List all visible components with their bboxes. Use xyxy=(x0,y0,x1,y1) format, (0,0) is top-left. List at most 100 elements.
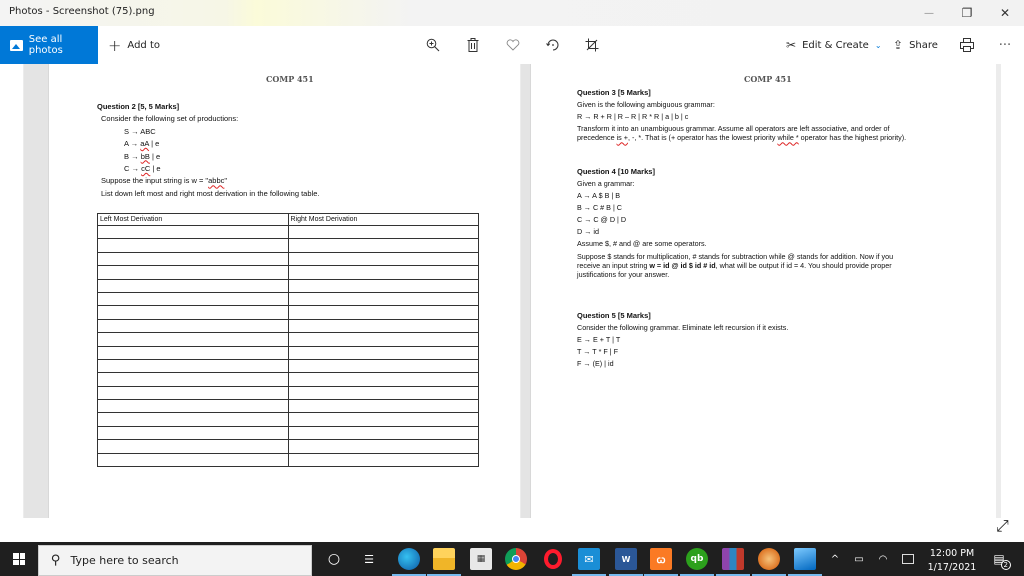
task-view-button[interactable]: ☰ xyxy=(358,548,380,570)
input-string-line: Suppose the input string is w = "abbc" xyxy=(101,176,228,186)
edit-create-button[interactable]: ✂ Edit & Create ⌄ xyxy=(786,26,882,64)
question-4-para-line3: justifications for your answer. xyxy=(577,270,670,280)
onedrive-tray-button[interactable] xyxy=(898,542,918,576)
maximize-button[interactable]: ❐ xyxy=(948,0,986,26)
task-view-icon: ☰ xyxy=(364,552,374,566)
print-button[interactable] xyxy=(957,35,977,55)
question-4-para-line2: receive an input string w = id @ id $ id… xyxy=(577,261,892,271)
file-explorer-taskbar-button[interactable] xyxy=(427,548,461,576)
right-derivation-cell xyxy=(287,224,479,240)
share-icon: ⇪ xyxy=(893,38,904,52)
rotate-button[interactable] xyxy=(543,35,563,55)
chrome-icon xyxy=(512,555,520,563)
left-most-derivation-header: Left Most Derivation xyxy=(97,213,289,226)
search-placeholder: Type here to search xyxy=(70,554,179,567)
edit-create-label: Edit & Create xyxy=(802,39,869,51)
xampp-icon: ꞷ xyxy=(656,555,666,566)
left-derivation-cell xyxy=(97,425,289,441)
grammar-rule: B → C # B | C xyxy=(577,203,623,213)
add-to-button[interactable]: + Add to xyxy=(108,26,160,64)
network-tray-button[interactable]: ◠ xyxy=(874,542,892,576)
delete-button[interactable] xyxy=(463,35,483,55)
production-rule: S → ABC xyxy=(124,126,156,136)
table-row xyxy=(97,332,479,347)
peach-app-taskbar-button[interactable] xyxy=(752,548,786,576)
question-4-title: Question 4 [10 Marks] xyxy=(577,167,655,176)
show-hidden-icons-button[interactable]: ^ xyxy=(826,542,844,576)
left-derivation-cell xyxy=(97,358,289,374)
action-center-button[interactable]: ▤ 2 xyxy=(988,542,1011,576)
right-most-derivation-header: Right Most Derivation xyxy=(287,213,479,226)
edge-taskbar-button[interactable] xyxy=(392,548,426,576)
close-button[interactable]: ✕ xyxy=(986,0,1024,26)
fullscreen-toggle-button[interactable]: ⤢ xyxy=(996,516,1009,536)
zoom-in-button[interactable] xyxy=(423,35,443,55)
left-derivation-cell xyxy=(97,399,289,414)
question-3-intro: Given is the following ambiguous grammar… xyxy=(577,100,715,110)
grammar-rule: A → A $ B | B xyxy=(577,191,621,201)
question-5-grammar: E → E + T | T T → T * F | F F → (E) | id xyxy=(577,335,987,368)
opera-taskbar-button[interactable] xyxy=(542,548,564,570)
rotate-icon xyxy=(546,39,559,51)
more-options-button[interactable]: ··· xyxy=(995,35,1015,55)
question-4: Question 4 [10 Marks] Given a grammar: A… xyxy=(577,167,987,279)
right-derivation-cell xyxy=(287,291,479,307)
question-3-title: Question 3 [5 Marks] xyxy=(577,88,651,97)
cortana-button[interactable]: ○ xyxy=(323,548,345,570)
search-icon: ⚲ xyxy=(51,553,61,568)
windows-logo-icon xyxy=(13,553,25,565)
quickbooks-taskbar-button[interactable]: qb xyxy=(680,548,714,576)
start-button[interactable] xyxy=(0,542,38,576)
crop-button[interactable] xyxy=(582,35,602,55)
taskbar-search-box[interactable]: ⚲ Type here to search xyxy=(38,545,312,576)
zoom-in-icon xyxy=(426,38,440,52)
table-row xyxy=(97,452,479,468)
store-taskbar-button[interactable]: ▦ xyxy=(470,548,492,570)
taskbar-clock[interactable]: 12:00 PM 1/17/2021 xyxy=(924,547,980,575)
clock-date: 1/17/2021 xyxy=(927,561,977,573)
table-row xyxy=(97,318,479,334)
table-row xyxy=(97,238,479,253)
left-derivation-cell xyxy=(97,452,289,468)
input-string-value: abbc xyxy=(208,176,225,186)
word-icon: W xyxy=(621,554,631,564)
winrar-taskbar-button[interactable] xyxy=(716,548,750,576)
question-3-text-line2: precedence is +, -, *. That is (+ operat… xyxy=(577,133,907,143)
table-row xyxy=(97,372,479,387)
word-taskbar-button[interactable]: W xyxy=(609,548,643,576)
page-gap-middle xyxy=(520,64,531,518)
table-row xyxy=(97,265,479,280)
right-derivation-cell xyxy=(287,238,479,253)
mail-taskbar-button[interactable]: ✉ xyxy=(572,548,606,576)
minimize-button[interactable]: — xyxy=(910,0,948,26)
share-button[interactable]: ⇪ Share xyxy=(893,26,938,64)
left-derivation-cell xyxy=(97,291,289,307)
minimize-icon: — xyxy=(924,7,934,19)
plus-icon: + xyxy=(108,35,122,55)
restore-icon: ❐ xyxy=(961,6,973,20)
left-derivation-cell xyxy=(97,439,289,454)
notification-icon: ▤ 2 xyxy=(993,552,1011,570)
battery-tray-button[interactable]: ▭ xyxy=(850,542,868,576)
right-derivation-cell xyxy=(287,425,479,441)
question-3-text-line1: Transform it into an unambiguous grammar… xyxy=(577,124,890,134)
photos-toolbar: See all photos + Add to ✂ Edit & Create … xyxy=(0,26,1024,64)
photos-taskbar-button[interactable] xyxy=(788,548,822,576)
question-2-intro: Consider the following set of production… xyxy=(101,114,239,124)
production-rule: A → aA | e xyxy=(124,139,160,149)
favorite-button[interactable] xyxy=(503,35,523,55)
left-derivation-cell xyxy=(97,278,289,293)
question-4-grammar: A → A $ B | B B → C # B | C C → C @ D | D D… xyxy=(577,191,987,236)
xampp-taskbar-button[interactable]: ꞷ xyxy=(644,548,678,576)
derivation-table: Left Most Derivation Right Most Derivati… xyxy=(97,213,479,468)
right-derivation-cell xyxy=(287,358,479,374)
opera-icon xyxy=(544,549,562,569)
grammar-rule: T → T * F | F xyxy=(577,347,619,357)
table-header-row: Left Most Derivation Right Most Derivati… xyxy=(97,213,479,226)
cortana-icon: ○ xyxy=(327,551,341,567)
see-all-photos-button[interactable]: See all photos xyxy=(0,26,98,64)
close-icon: ✕ xyxy=(999,6,1011,20)
clock-time: 12:00 PM xyxy=(929,548,975,559)
right-derivation-cell xyxy=(287,305,479,320)
chrome-taskbar-button[interactable] xyxy=(505,548,527,570)
